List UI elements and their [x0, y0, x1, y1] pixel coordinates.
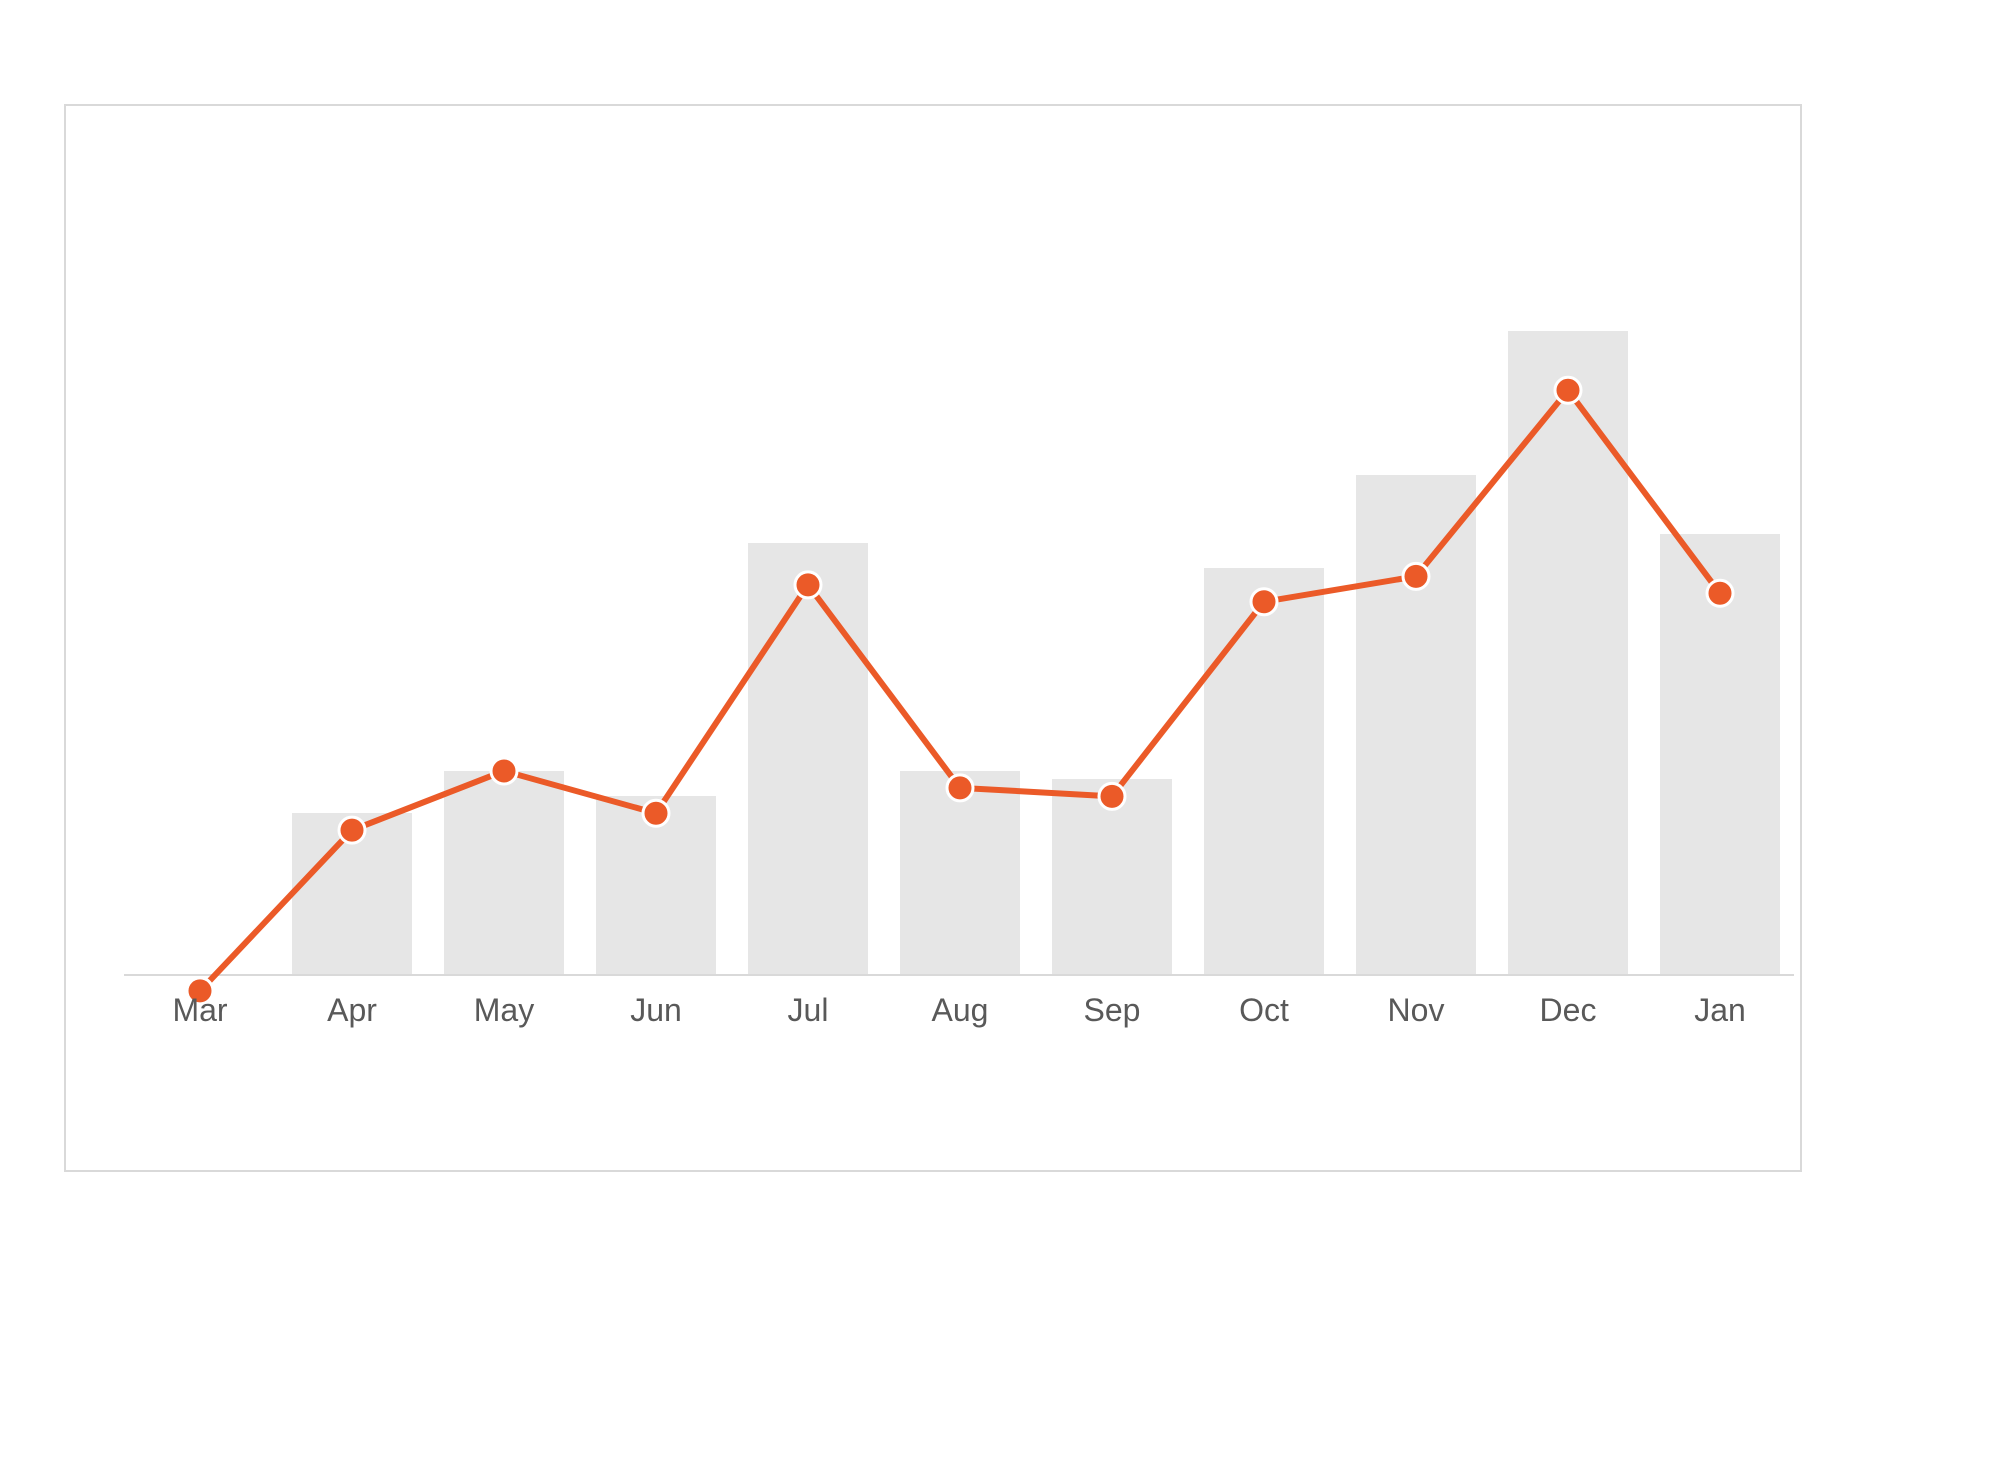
- bar-jan: [1660, 534, 1780, 974]
- bar-dec: [1508, 331, 1628, 974]
- x-tick-aug: Aug: [932, 992, 989, 1029]
- x-tick-jun: Jun: [630, 992, 682, 1029]
- x-tick-mar: Mar: [172, 992, 227, 1029]
- x-tick-apr: Apr: [327, 992, 377, 1029]
- bar-nov: [1356, 475, 1476, 974]
- x-axis-baseline: [124, 974, 1794, 976]
- x-axis-labels: Mar Apr May Jun Jul Aug Sep Oct Nov Dec Jan: [124, 992, 1794, 1040]
- x-tick-dec: Dec: [1540, 992, 1597, 1029]
- bar-oct: [1204, 568, 1324, 974]
- chart-canvas: Mar Apr May Jun Jul Aug Sep Oct Nov Dec Jan: [0, 0, 2000, 1466]
- bar-sep: [1052, 779, 1172, 974]
- x-tick-sep: Sep: [1084, 992, 1141, 1029]
- x-tick-jan: Jan: [1694, 992, 1746, 1029]
- x-tick-jul: Jul: [788, 992, 829, 1029]
- x-tick-may: May: [474, 992, 534, 1029]
- bar-apr: [292, 813, 412, 974]
- bar-jun: [596, 796, 716, 974]
- x-tick-nov: Nov: [1388, 992, 1445, 1029]
- plot-area: [124, 128, 1794, 974]
- bar-may: [444, 771, 564, 974]
- bar-aug: [900, 771, 1020, 974]
- x-tick-oct: Oct: [1239, 992, 1289, 1029]
- bar-jul: [748, 543, 868, 974]
